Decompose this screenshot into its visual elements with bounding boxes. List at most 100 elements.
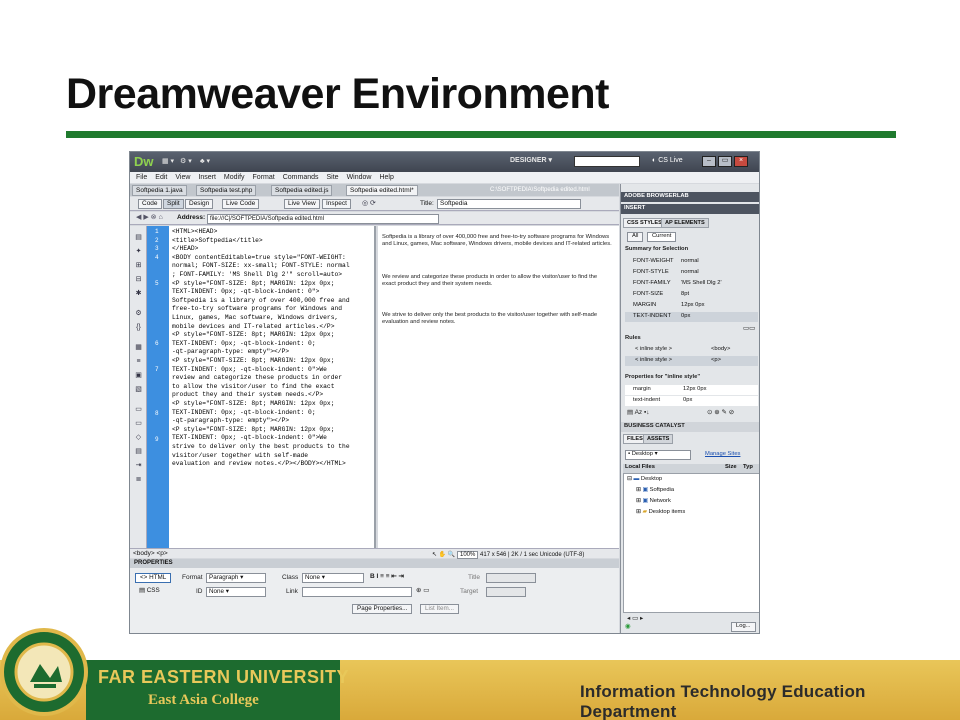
back-forward-icon[interactable]: ◀ ▶ ⊗ ⌂ [136,214,163,221]
design-view-button[interactable]: Design [185,199,214,209]
menu-modify[interactable]: Modify [224,174,245,181]
summary-row[interactable]: FONT-SIZE 8pt [625,290,758,300]
type-column[interactable]: Typ [743,464,753,471]
word-wrap-icon[interactable]: ▣ [134,372,143,381]
workspace-switcher[interactable]: DESIGNER ▾ [510,157,552,164]
class-select[interactable]: None ▾ [302,573,364,583]
summary-row[interactable]: FONT-FAMILY 'MS Shell Dlg 2' [625,279,758,289]
tree-node-desktop[interactable]: ⊟ ▬ Desktop [627,476,662,483]
live-view-button[interactable]: Live View [284,199,320,209]
menu-window[interactable]: Window [347,174,372,181]
zoom-select[interactable]: 100% [456,551,479,559]
close-icon[interactable]: × [734,156,748,167]
id-select[interactable]: None ▾ [206,587,266,597]
tree-node-network[interactable]: ⊞ ▣ Network [636,498,671,505]
site-select[interactable]: ▪ Desktop ▾ [625,450,691,460]
title-prop-input[interactable] [486,573,536,583]
help-search-input[interactable] [574,156,640,167]
list-item-button[interactable]: List Item... [420,604,460,614]
properties-header[interactable]: PROPERTIES [130,559,619,568]
window-size[interactable]: 417 x 546 [480,552,506,558]
syntax-coloring-icon[interactable]: ▧ [134,386,143,395]
menu-help[interactable]: Help [379,174,393,181]
expand-all-icon[interactable]: ✱ [134,290,143,299]
business-catalyst-header[interactable]: BUSINESS CATALYST [621,422,759,432]
minimize-icon[interactable]: – [702,156,716,167]
collapse-selection-icon[interactable]: ⊟ [134,276,143,285]
tab-css-styles[interactable]: CSS STYLES [623,218,666,228]
insert-panel-header[interactable]: INSERT [621,204,759,214]
open-documents-icon[interactable]: ▤ [134,234,143,243]
css-current-button[interactable]: Current [647,232,677,242]
apply-comment-icon[interactable]: ▭ [134,406,143,415]
page-title-input[interactable]: Softpedia [437,199,581,209]
inspect-button[interactable]: Inspect [322,199,351,209]
browser-preview-icon[interactable]: ◎ ⟳ [362,200,376,207]
tab-softpedia-edited-html[interactable]: Softpedia edited.html* [346,185,418,196]
text-format-icons[interactable]: B I ≡ ≡ ⇤ ⇥ [370,573,404,581]
target-select[interactable] [486,587,526,597]
menu-commands[interactable]: Commands [283,174,319,181]
tag-selector[interactable]: <body> <p> [133,550,168,558]
select-parent-tag-icon[interactable]: ⚙ [134,310,143,319]
tree-node-softpedia[interactable]: ⊞ ▣ Softpedia [636,487,674,494]
html-mode-button[interactable]: <> HTML [135,573,172,583]
tree-node-desktop-items[interactable]: ⊞ ▰ Desktop items [636,509,685,516]
menu-format[interactable]: Format [253,174,275,181]
rule-row[interactable]: < inline style > <body> [625,345,758,355]
tab-softpedia-edited-js[interactable]: Softpedia edited.js [271,185,333,196]
balance-braces-icon[interactable]: {} [134,324,143,333]
format-source-icon[interactable]: ≣ [134,476,143,485]
format-select[interactable]: Paragraph ▾ [206,573,266,583]
link-input[interactable] [302,587,412,597]
tab-ap-elements[interactable]: AP ELEMENTS [661,218,709,228]
link-browse-icon[interactable]: ⊕ ▭ [416,587,429,595]
tab-softpedia-test-php[interactable]: Softpedia test.php [196,185,257,196]
code-view[interactable]: <HTML><HEAD> <title>Softpedia</title> </… [169,226,376,548]
summary-row[interactable]: FONT-WEIGHT normal [625,257,758,267]
menu-site[interactable]: Site [327,174,339,181]
log-button[interactable]: Log... [731,622,756,632]
summary-row[interactable]: TEXT-INDENT 0px [625,312,758,322]
property-row[interactable]: text-indent 0px [625,396,758,406]
indent-code-icon[interactable]: ⇥ [134,462,143,471]
split-view-button[interactable]: Split [163,199,184,209]
code-view-button[interactable]: Code [138,199,162,209]
menu-file[interactable]: File [136,174,147,181]
css-mode-button[interactable]: ▤ CSS [135,587,164,597]
css-all-button[interactable]: All [627,232,644,242]
maximize-icon[interactable]: ▭ [718,156,732,167]
show-code-navigator-icon[interactable]: ✦ [134,248,143,257]
summary-row[interactable]: FONT-STYLE normal [625,268,758,278]
browserlab-panel-header[interactable]: ADOBE BROWSERLAB [621,192,759,202]
live-code-button[interactable]: Live Code [222,199,260,209]
site-menu-icon[interactable]: ♣ ▾ [200,158,210,165]
extend-menu-icon[interactable]: ⚙ ▾ [180,158,192,165]
about-info-icon[interactable]: ▭▭ [743,325,755,333]
cs-live-button[interactable]: ◐ CS Live [652,157,683,164]
rule-row[interactable]: < inline style > <p> [625,356,758,366]
layout-menu-icon[interactable]: ▦ ▾ [162,158,174,165]
property-row[interactable]: margin 12px 0px [625,385,758,395]
recent-snippets-icon[interactable]: ▤ [134,448,143,457]
wrap-tag-icon[interactable]: ◇ [134,434,143,443]
files-scrollbar[interactable]: ◂ ▭ ▸ [627,615,643,623]
select-tool-icon[interactable]: ↖ ✋ 🔍 [432,552,455,558]
tab-assets[interactable]: ASSETS [643,434,674,444]
page-properties-button[interactable]: Page Properties... [352,604,413,614]
remove-comment-icon[interactable]: ▭ [134,420,143,429]
menu-insert[interactable]: Insert [198,174,216,181]
collapse-tag-icon[interactable]: ⊞ [134,262,143,271]
design-view[interactable]: Softpedia is a library of over 400,000 f… [378,226,619,548]
menu-view[interactable]: View [175,174,190,181]
menu-edit[interactable]: Edit [155,174,167,181]
line-numbers-icon[interactable]: ▦ [134,344,143,353]
address-input[interactable]: file:///C|/SOFTPEDIA/Softpedia edited.ht… [207,214,439,224]
show-category-icon[interactable]: ▤ Az ▪↓ [627,409,650,417]
size-column[interactable]: Size [725,464,737,471]
local-files-column[interactable]: Local Files [625,464,655,471]
manage-sites-link[interactable]: Manage Sites [705,451,740,458]
tab-softpedia-java[interactable]: Softpedia 1.java [132,185,187,196]
css-panel-action-icons[interactable]: ⊙ ⊕ ✎ ⊘ [707,409,734,417]
highlight-invalid-code-icon[interactable]: ≡ [134,358,143,367]
